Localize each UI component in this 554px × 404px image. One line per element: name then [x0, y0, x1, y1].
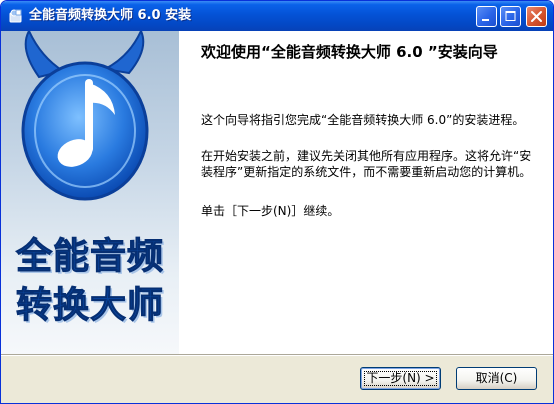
cancel-button[interactable]: 取消(C) — [456, 367, 537, 390]
title-bar[interactable]: 全能音频转换大师 6.0 安装 — [1, 1, 553, 31]
intro-paragraph: 这个向导将指引您完成“全能音频转换大师 6.0”的安装进程。 — [201, 113, 525, 127]
welcome-heading: 欢迎使用“全能音频转换大师 6.0 ”安装向导 — [201, 43, 498, 61]
banner-title-line2: 转换大师 — [15, 285, 164, 327]
next-button[interactable]: 下一步(N) > — [360, 367, 441, 390]
minimize-icon — [482, 19, 489, 21]
minimize-button[interactable] — [476, 6, 497, 27]
banner-title-line1: 全能音频 — [15, 236, 164, 278]
close-button[interactable] — [526, 6, 547, 27]
cancel-button-label: 取消(C) — [475, 371, 518, 385]
music-note-logo-icon — [21, 31, 149, 201]
window-title: 全能音频转换大师 6.0 安装 — [29, 8, 192, 23]
welcome-content: 欢迎使用“全能音频转换大师 6.0 ”安装向导 这个向导将指引您完成“全能音频转… — [179, 31, 553, 355]
footer-separator — [1, 354, 553, 356]
installer-app-icon — [9, 9, 22, 23]
maximize-button[interactable] — [500, 6, 521, 27]
next-button-label: 下一步(N) > — [366, 371, 435, 385]
maximize-icon — [505, 11, 516, 21]
close-apps-paragraph: 在开始安装之前，建议先关闭其他所有应用程序。这将允许“安装程序”更新指定的系统文… — [201, 149, 532, 179]
continue-instruction: 单击［下一步(N)］继续。 — [201, 204, 340, 218]
close-icon — [531, 11, 542, 22]
installer-window: 全能音频转换大师 6.0 安装 全能音频 转换大师 欢迎使用“全能音频转换大师 … — [0, 0, 554, 404]
welcome-banner: 全能音频 转换大师 — [1, 31, 179, 355]
